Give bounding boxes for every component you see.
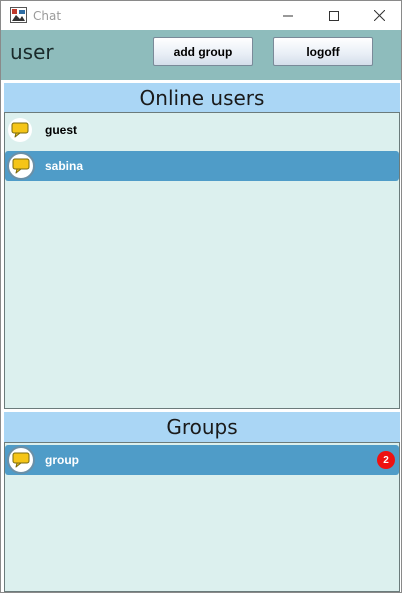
minimize-icon	[283, 15, 293, 16]
chat-bubble-icon	[6, 446, 36, 474]
app-icon	[10, 7, 27, 23]
groups-header: Groups	[4, 412, 400, 442]
close-icon	[373, 10, 385, 21]
online-users-list[interactable]: guest sabina	[4, 112, 400, 409]
window-title: Chat	[33, 9, 62, 23]
group-item-group[interactable]: group 2	[5, 445, 399, 475]
user-name: guest	[45, 123, 78, 137]
user-item-guest[interactable]: guest	[5, 115, 399, 145]
close-button[interactable]	[356, 1, 402, 30]
chat-bubble-icon	[6, 116, 36, 144]
chat-window: Chat user add group logoff Online users	[0, 0, 402, 593]
logoff-button[interactable]: logoff	[273, 37, 373, 66]
chat-bubble-icon	[6, 152, 36, 180]
maximize-icon	[329, 10, 339, 21]
header-bar: user add group logoff	[1, 30, 401, 80]
group-name: group	[45, 453, 79, 467]
maximize-button[interactable]	[311, 1, 357, 30]
title-bar[interactable]: Chat	[1, 1, 401, 30]
minimize-button[interactable]	[265, 1, 311, 30]
add-group-button[interactable]: add group	[153, 37, 253, 66]
online-users-header: Online users	[4, 83, 400, 113]
current-username: user	[10, 40, 54, 64]
unread-count-badge: 2	[377, 451, 395, 469]
user-item-sabina[interactable]: sabina	[5, 151, 399, 181]
user-name: sabina	[45, 159, 84, 173]
groups-list[interactable]: group 2	[4, 442, 400, 592]
